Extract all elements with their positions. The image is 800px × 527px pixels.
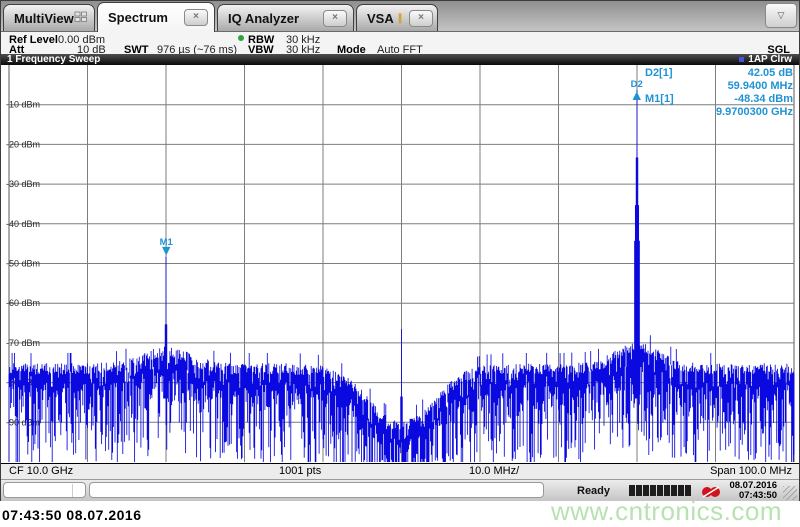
rbw-coupled-indicator — [238, 35, 244, 41]
measurement-header: Ref Level 0.00 dBm RBW 30 kHz Att 10 dB … — [1, 32, 799, 56]
toolbar-field-large[interactable] — [89, 482, 544, 498]
trace-info[interactable]: 1AP Clrw — [739, 54, 792, 65]
close-icon[interactable]: × — [323, 9, 347, 27]
marker-m1-label[interactable]: M1[1] — [645, 93, 685, 105]
diagram-title: 1 Frequency Sweep — [7, 54, 101, 65]
tab-label: MultiView — [14, 10, 74, 26]
capture-timestamp: 07:43:50 08.07.2016 — [2, 507, 142, 523]
tab-overflow-button[interactable]: ▽ — [765, 3, 797, 28]
close-icon[interactable]: × — [409, 9, 433, 27]
marker-d2-label[interactable]: D2[1] — [645, 67, 685, 79]
span-value[interactable]: Span 100.0 MHz — [710, 464, 792, 479]
svg-text:-70 dBm: -70 dBm — [6, 338, 40, 348]
tab-spectrum[interactable]: Spectrum × — [97, 2, 215, 32]
svg-text:M1: M1 — [160, 237, 174, 248]
center-frequency[interactable]: CF 10.0 GHz — [9, 464, 73, 479]
chevron-down-icon: ▽ — [777, 10, 785, 20]
marker-m1-icon — [162, 246, 171, 256]
frequency-per-division: 10.0 MHz/ — [469, 465, 520, 477]
diagram-title-bar: 1 Frequency Sweep 1AP Clrw — [1, 54, 799, 65]
svg-text:-40 dBm: -40 dBm — [6, 219, 40, 229]
resize-grip[interactable] — [783, 486, 797, 500]
marker-readout-table: D2[1] 42.05 dB 59.9400 MHz M1[1] -48.34 … — [645, 67, 793, 118]
marker-d2-freq: 59.9400 MHz — [727, 80, 793, 92]
warning-icon: ! — [397, 10, 403, 26]
svg-text:-30 dBm: -30 dBm — [6, 179, 40, 189]
tab-label: VSA — [367, 10, 394, 26]
sweep-points[interactable]: 1001 pts — [279, 464, 321, 479]
tab-label: IQ Analyzer — [228, 10, 300, 26]
marker-d2-icon — [632, 91, 641, 100]
svg-text:-10 dBm: -10 dBm — [6, 100, 40, 110]
watermark-text: www.cntronics.com — [551, 496, 782, 526]
tab-multiview[interactable]: MultiView — [3, 4, 95, 31]
spectrum-trace-canvas[interactable]: -10 dBm -20 dBm -30 dBm -40 dBm -50 dBm -60 d… — [1, 65, 799, 463]
svg-text:D2: D2 — [631, 79, 643, 90]
toolbar-field-small[interactable] — [3, 482, 86, 498]
svg-text:-60 dBm: -60 dBm — [6, 298, 40, 308]
tab-vsa[interactable]: VSA ! × — [356, 4, 438, 31]
marker-m1-freq: 9.9700300 GHz — [715, 106, 793, 118]
svg-text:-20 dBm: -20 dBm — [6, 139, 40, 149]
marker-m1-level: -48.34 dBm — [734, 93, 793, 105]
trace-color-icon — [739, 57, 745, 62]
tab-bar: MultiView Spectrum × IQ Analyzer × VSA !… — [1, 1, 799, 32]
frequency-axis-bar: CF 10.0 GHz 1001 pts 10.0 MHz/ Span 100.… — [1, 463, 799, 479]
tab-label: Spectrum — [108, 10, 168, 25]
marker-d2-level: 42.05 dB — [747, 67, 793, 79]
sweep-progress-bar — [629, 485, 691, 496]
field-divider — [72, 484, 73, 497]
svg-text:-50 dBm: -50 dBm — [6, 259, 40, 269]
analyzer-window: MultiView Spectrum × IQ Analyzer × VSA !… — [0, 0, 800, 502]
tab-iq-analyzer[interactable]: IQ Analyzer × — [217, 4, 354, 31]
spectrum-plot[interactable]: -10 dBm -20 dBm -30 dBm -40 dBm -50 dBm -60 d… — [1, 65, 799, 463]
close-icon[interactable]: × — [184, 9, 208, 26]
multiview-grid-icon — [74, 11, 88, 26]
